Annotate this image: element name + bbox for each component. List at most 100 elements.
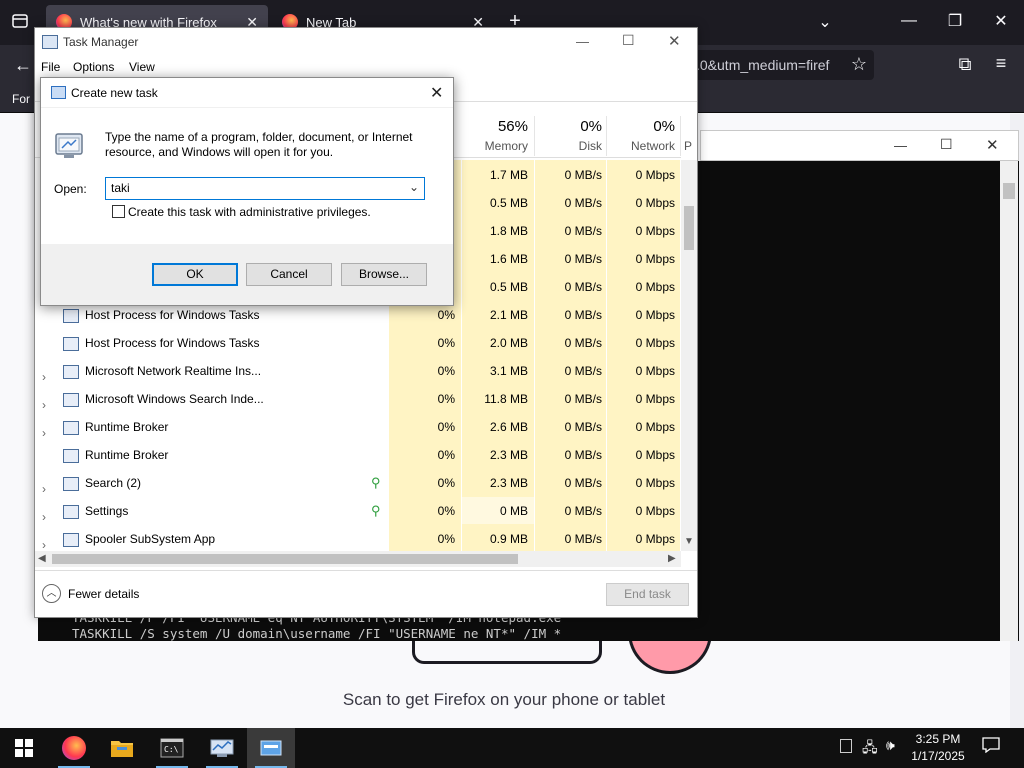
process-icon xyxy=(63,393,79,407)
power-header-label[interactable]: P xyxy=(684,139,694,153)
taskbar-command-prompt[interactable]: C:\ xyxy=(148,728,196,768)
process-name[interactable]: Spooler SubSystem App xyxy=(85,532,215,546)
disk-header-percent[interactable]: 0% xyxy=(536,118,602,135)
ok-button[interactable]: OK xyxy=(152,263,238,286)
firefox-view-icon[interactable] xyxy=(10,12,30,32)
network-column-highlight xyxy=(607,160,680,551)
network-header-label[interactable]: Network xyxy=(608,139,675,153)
process-name[interactable]: Search (2) xyxy=(85,476,141,490)
scroll-down-icon[interactable]: ▼ xyxy=(684,536,694,547)
disk-cell: 0 MB/s xyxy=(564,420,602,434)
minimize-icon[interactable]: — xyxy=(898,12,920,30)
menu-view[interactable]: View xyxy=(129,60,155,74)
taskbar-task-manager[interactable] xyxy=(198,728,246,768)
disk-cell: 0 MB/s xyxy=(564,504,602,518)
back-icon[interactable]: ← xyxy=(12,55,34,76)
expand-chevron-icon[interactable]: › xyxy=(42,370,46,384)
process-name[interactable]: Microsoft Windows Search Inde... xyxy=(85,392,264,406)
fewer-details-icon[interactable]: ︿ xyxy=(42,584,61,603)
expand-chevron-icon[interactable]: › xyxy=(42,426,46,440)
admin-checkbox[interactable] xyxy=(112,205,125,218)
bookmark-item[interactable]: For xyxy=(12,92,30,106)
expand-chevron-icon[interactable]: › xyxy=(42,538,46,552)
process-icon xyxy=(63,533,79,547)
menu-file[interactable]: File xyxy=(41,60,60,74)
expand-chevron-icon[interactable]: › xyxy=(42,482,46,496)
tm-close-icon[interactable]: ✕ xyxy=(668,32,681,50)
expand-chevron-icon[interactable]: › xyxy=(42,398,46,412)
memory-cell: 2.3 MB xyxy=(489,448,528,462)
memory-cell: 1.7 MB xyxy=(489,168,528,182)
process-icon xyxy=(63,449,79,463)
extensions-icon[interactable]: ⧉ xyxy=(954,54,976,75)
memory-cell: 1.6 MB xyxy=(489,252,528,266)
cpu-cell: 0% xyxy=(437,476,455,490)
bookmark-star-icon[interactable]: ☆ xyxy=(848,54,870,75)
disk-column-highlight xyxy=(535,160,606,551)
dialog-close-icon[interactable]: ✕ xyxy=(430,83,443,103)
taskbar-file-explorer[interactable] xyxy=(98,728,146,768)
cpu-cell: 0% xyxy=(437,364,455,378)
end-task-button[interactable]: End task xyxy=(606,583,689,606)
disk-cell: 0 MB/s xyxy=(564,336,602,350)
vertical-scroll-thumb[interactable] xyxy=(684,206,694,250)
fewer-details-link[interactable]: Fewer details xyxy=(68,587,139,601)
process-name[interactable]: Host Process for Windows Tasks xyxy=(85,336,260,350)
taskbar-firefox[interactable] xyxy=(50,728,98,768)
volume-icon[interactable]: 🕪 xyxy=(886,737,895,754)
memory-cell: 0.5 MB xyxy=(489,196,528,210)
network-header-percent[interactable]: 0% xyxy=(608,118,675,135)
terminal-icon: C:\ xyxy=(160,738,184,758)
console-close-icon[interactable]: ✕ xyxy=(986,136,1002,154)
console-scrollbar[interactable] xyxy=(1000,161,1018,641)
clock-time[interactable]: 3:25 PM xyxy=(908,732,968,746)
menu-options[interactable]: Options xyxy=(73,60,114,74)
open-input[interactable]: taki ⌄ xyxy=(105,177,425,200)
column-divider xyxy=(534,116,535,156)
url-bar[interactable]: .0&utm_medium=firef xyxy=(690,50,874,80)
show-hidden-icons[interactable] xyxy=(840,739,852,753)
process-name[interactable]: Runtime Broker xyxy=(85,448,168,462)
start-button[interactable] xyxy=(0,728,48,768)
process-name[interactable]: Settings xyxy=(85,504,128,518)
disk-cell: 0 MB/s xyxy=(564,252,602,266)
console-minimize-icon[interactable]: — xyxy=(894,138,910,153)
console-scroll-thumb[interactable] xyxy=(1003,183,1015,199)
process-name[interactable]: Host Process for Windows Tasks xyxy=(85,308,260,322)
expand-chevron-icon[interactable]: › xyxy=(42,510,46,524)
memory-cell: 1.8 MB xyxy=(489,224,528,238)
process-name[interactable]: Runtime Broker xyxy=(85,420,168,434)
console-maximize-icon[interactable]: ☐ xyxy=(940,136,956,153)
scroll-left-icon[interactable]: ◀ xyxy=(38,553,46,564)
memory-cell: 2.3 MB xyxy=(489,476,528,490)
cancel-button[interactable]: Cancel xyxy=(246,263,332,286)
tm-minimize-icon[interactable]: — xyxy=(576,34,589,49)
disk-header-label[interactable]: Disk xyxy=(536,139,602,153)
restore-icon[interactable]: ❐ xyxy=(944,11,966,31)
taskbar-run-dialog[interactable] xyxy=(247,728,295,768)
console-title-bar xyxy=(700,130,1019,161)
horizontal-scroll-thumb[interactable] xyxy=(52,554,518,564)
scroll-right-icon[interactable]: ▶ xyxy=(668,553,676,564)
process-name[interactable]: Microsoft Network Realtime Ins... xyxy=(85,364,261,378)
memory-header-label[interactable]: Memory xyxy=(462,139,528,153)
admin-checkbox-label[interactable]: Create this task with administrative pri… xyxy=(128,205,371,219)
dropdown-chevron-icon[interactable]: ⌄ xyxy=(409,180,419,194)
disk-cell: 0 MB/s xyxy=(564,448,602,462)
memory-header-percent[interactable]: 56% xyxy=(462,118,528,135)
notifications-icon[interactable] xyxy=(982,737,1000,754)
menu-icon[interactable]: ≡ xyxy=(990,53,1012,74)
close-window-icon[interactable]: ✕ xyxy=(990,11,1012,31)
open-input-value[interactable]: taki xyxy=(111,181,130,195)
memory-cell: 0.5 MB xyxy=(489,280,528,294)
network-icon[interactable]: 🖧 xyxy=(862,737,878,761)
list-all-tabs-icon[interactable]: ⌄ xyxy=(814,12,836,32)
network-cell: 0 Mbps xyxy=(635,336,675,350)
cpu-cell: 0% xyxy=(437,308,455,322)
browse-button[interactable]: Browse... xyxy=(341,263,427,286)
cpu-cell: 0% xyxy=(437,420,455,434)
clock-date[interactable]: 1/17/2025 xyxy=(908,749,968,763)
dialog-header-divider xyxy=(41,107,453,108)
console-line: TASKKILL /S system /U domain\username /F… xyxy=(72,626,562,641)
tm-maximize-icon[interactable]: ☐ xyxy=(622,32,635,49)
